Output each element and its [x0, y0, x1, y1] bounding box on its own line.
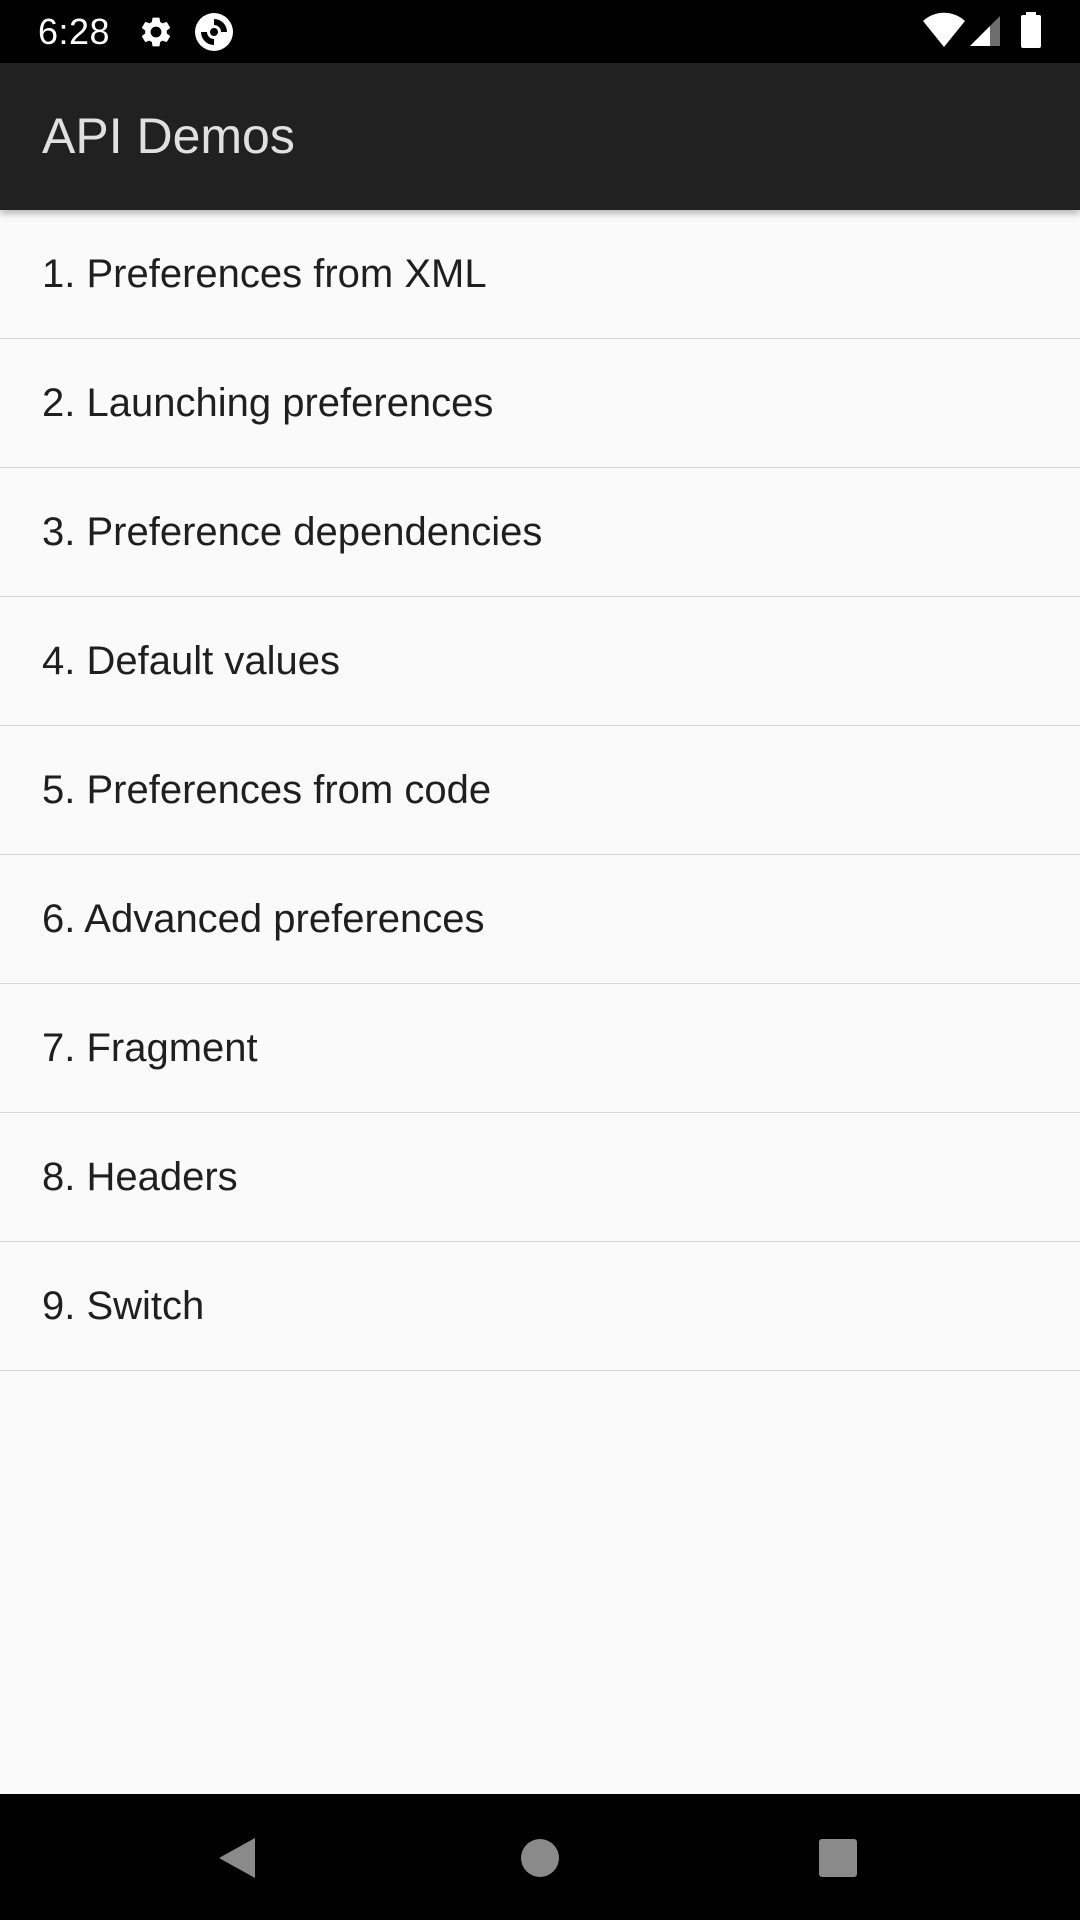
status-bar: 6:28	[0, 0, 1080, 63]
list-item-fragment[interactable]: 7. Fragment	[0, 984, 1080, 1113]
preferences-list: 1. Preferences from XML 2. Launching pre…	[0, 210, 1080, 1371]
list-item-label: 3. Preference dependencies	[42, 510, 543, 554]
app-notification-icon	[195, 13, 233, 51]
list-item-label: 2. Launching preferences	[42, 381, 494, 425]
recents-icon[interactable]	[818, 1838, 858, 1878]
list-item-label: 6. Advanced preferences	[42, 897, 485, 941]
gear-icon	[141, 17, 171, 47]
list-item-label: 9. Switch	[42, 1284, 205, 1328]
status-time: 6:28	[38, 11, 111, 52]
list-item-preferences-from-code[interactable]: 5. Preferences from code	[0, 726, 1080, 855]
list-item-launching-preferences[interactable]: 2. Launching preferences	[0, 339, 1080, 468]
list-item-preferences-from-xml[interactable]: 1. Preferences from XML	[0, 210, 1080, 339]
list-item-advanced-preferences[interactable]: 6. Advanced preferences	[0, 855, 1080, 984]
list-item-default-values[interactable]: 4. Default values	[0, 597, 1080, 726]
list-item-preference-dependencies[interactable]: 3. Preference dependencies	[0, 468, 1080, 597]
battery-icon	[1021, 12, 1041, 48]
signal-icon	[970, 16, 1000, 46]
app-bar: API Demos	[0, 63, 1080, 210]
list-item-headers[interactable]: 8. Headers	[0, 1113, 1080, 1242]
list-item-label: 7. Fragment	[42, 1026, 258, 1070]
back-icon[interactable]	[215, 1834, 259, 1882]
list-item-label: 1. Preferences from XML	[42, 252, 487, 296]
home-icon[interactable]	[519, 1837, 561, 1879]
list-item-switch[interactable]: 9. Switch	[0, 1242, 1080, 1371]
list-item-label: 8. Headers	[42, 1155, 238, 1199]
app-title: API Demos	[42, 108, 295, 164]
list-item-label: 4. Default values	[42, 639, 340, 683]
list-item-label: 5. Preferences from code	[42, 768, 492, 812]
wifi-icon	[923, 12, 965, 48]
navigation-bar	[0, 1794, 1080, 1920]
